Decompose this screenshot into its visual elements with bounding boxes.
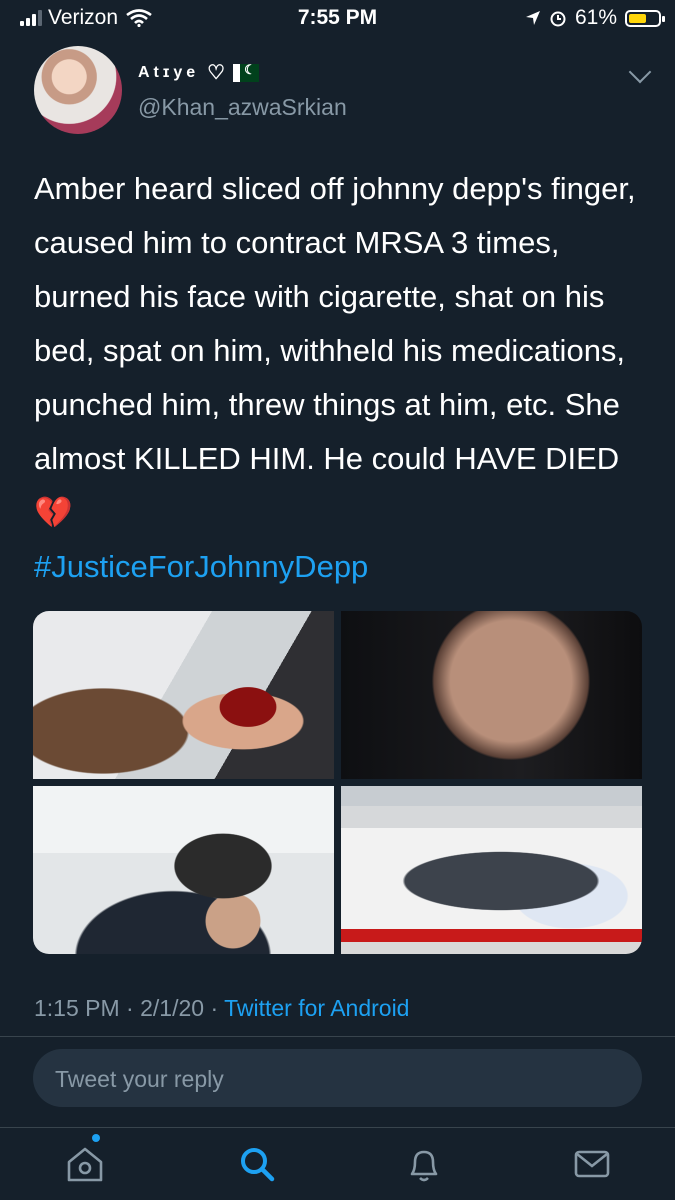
- divider: [0, 1036, 675, 1037]
- reply-input[interactable]: [53, 1049, 617, 1109]
- tweet-body: Amber heard sliced off johnny depp's fin…: [34, 171, 636, 476]
- photo-injured-finger[interactable]: [33, 611, 334, 779]
- pakistan-flag-icon: [233, 62, 260, 82]
- battery-icon: [625, 9, 665, 27]
- home-icon[interactable]: [63, 1142, 107, 1186]
- tab-bar: [0, 1128, 675, 1200]
- display-name[interactable]: Atɪye ♡: [138, 60, 260, 85]
- tweet-text: Amber heard sliced off johnny depp's fin…: [34, 162, 644, 594]
- chevron-down-icon[interactable]: [628, 60, 652, 84]
- alarm-icon: [550, 11, 566, 27]
- media-grid: [33, 611, 642, 954]
- photo-man-in-hat[interactable]: [33, 786, 334, 954]
- notifications-icon[interactable]: [402, 1142, 446, 1186]
- notification-dot: [92, 1134, 100, 1142]
- broken-heart-icon: 💔: [34, 495, 73, 530]
- heart-icon: ♡: [207, 62, 226, 84]
- meta-separator-2: ·: [210, 995, 219, 1021]
- avatar[interactable]: [34, 46, 122, 134]
- tweet-source-link[interactable]: Twitter for Android: [224, 995, 409, 1021]
- display-name-text: Atɪye: [138, 63, 200, 81]
- meta-separator: ·: [126, 995, 134, 1021]
- user-handle[interactable]: @Khan_azwaSrkian: [138, 94, 347, 121]
- photo-face-closeup[interactable]: [341, 611, 642, 779]
- tweet-time: 1:15 PM: [34, 995, 120, 1021]
- battery-percent: 61%: [574, 6, 617, 29]
- search-icon[interactable]: [235, 1142, 279, 1186]
- tweet-date: 2/1/20: [140, 995, 205, 1021]
- photo-hospital-bed[interactable]: [341, 786, 642, 954]
- battery-fill: [629, 13, 646, 23]
- messages-icon[interactable]: [570, 1142, 614, 1186]
- status-bar: Verizon 7:55 PM 61%: [0, 0, 675, 36]
- hashtag-link[interactable]: #JusticeForJohnnyDepp: [34, 540, 644, 594]
- tweet-header: Atɪye ♡ @Khan_azwaSrkian: [34, 46, 654, 138]
- tweet-meta: 1:15 PM · 2/1/20 · Twitter for Android: [34, 995, 409, 1022]
- reply-box[interactable]: [33, 1049, 642, 1109]
- location-icon: [525, 11, 540, 25]
